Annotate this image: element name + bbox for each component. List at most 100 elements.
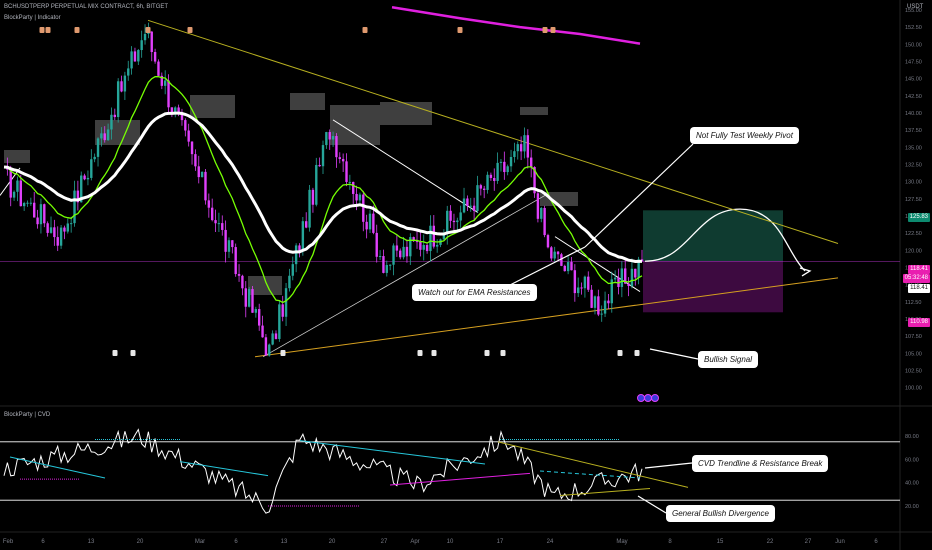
zone-box [520, 107, 548, 115]
candle-body [355, 193, 358, 201]
candle-body [540, 207, 543, 219]
candle-body [311, 189, 315, 205]
candle-body [59, 227, 63, 246]
candle-body [143, 33, 147, 41]
bubble-marker [637, 394, 645, 402]
candle-body [268, 344, 271, 356]
bullish-marker [280, 350, 286, 356]
time-tick-label: 22 [767, 539, 774, 545]
candle-body [49, 227, 53, 233]
time-tick-label: 20 [137, 539, 144, 545]
candle-body [506, 166, 509, 173]
candle-body [194, 154, 197, 167]
candle-body [536, 193, 540, 219]
candle-body [217, 223, 221, 225]
candle-body [163, 80, 167, 86]
indicator-label[interactable]: BlockParty | Indicator [4, 15, 61, 21]
candle-body [395, 245, 399, 251]
candle-body [607, 300, 610, 304]
candle-body [472, 205, 476, 212]
candle-body [365, 221, 368, 230]
price-tick-label: 102.50 [905, 369, 922, 375]
candle-body [63, 227, 66, 232]
candle-body [284, 288, 288, 317]
candle-body [362, 194, 365, 222]
callout-weekly-pivot: Not Fully Test Weekly Pivot [690, 127, 799, 144]
candle-body [348, 181, 352, 183]
candle-body [150, 31, 153, 52]
candle-body [553, 251, 556, 259]
candle-body [153, 51, 157, 62]
cvd-tick-label: 80.00 [905, 434, 919, 440]
candle-body [509, 156, 513, 167]
bullish-marker [130, 350, 136, 356]
target-price-tag: 125.83 [907, 213, 930, 222]
candle-body [224, 229, 227, 252]
bearish-marker [74, 27, 80, 33]
candle-body [402, 246, 405, 258]
cvd-indicator-label[interactable]: BlockParty | CVD [4, 412, 50, 418]
candle-body [479, 185, 483, 189]
candle-body [462, 198, 466, 213]
candle-body [328, 132, 331, 140]
candle-body [103, 133, 106, 141]
candle-body [489, 174, 493, 179]
candle-body [167, 80, 170, 108]
candle-body [110, 114, 113, 130]
bullish-marker [417, 350, 423, 356]
zone-box [4, 150, 30, 163]
candle-body [106, 129, 110, 141]
candle-body [466, 198, 469, 207]
time-tick-label: 24 [547, 539, 554, 545]
candle-body [429, 225, 432, 252]
candle-body [39, 204, 43, 225]
candle-body [577, 287, 580, 294]
price-tick-label: 105.00 [905, 351, 922, 357]
candle-body [368, 213, 372, 230]
candle-body [207, 200, 211, 208]
candle-body [566, 262, 570, 272]
candle-body [550, 247, 553, 259]
candle-body [66, 223, 69, 232]
bearish-marker [39, 27, 45, 33]
candle-body [496, 162, 499, 181]
candle-body [405, 246, 409, 257]
candle-body [247, 289, 251, 307]
candle-body [529, 157, 533, 168]
candle-body [603, 300, 607, 314]
stop-price-tag: 110.98 [908, 318, 930, 327]
candle-body [543, 207, 546, 236]
candle-body [190, 141, 194, 155]
candle-body [613, 277, 617, 280]
candle-body [503, 161, 506, 173]
candle-body [33, 202, 36, 218]
candle-body [476, 185, 479, 212]
candle-body [425, 245, 429, 252]
price-tick-label: 142.50 [905, 94, 922, 100]
candle-body [341, 158, 345, 162]
bullish-marker [431, 350, 437, 356]
candle-body [600, 313, 603, 315]
candle-body [519, 144, 523, 152]
price-tick-label: 150.00 [905, 42, 922, 48]
candle-body [318, 164, 321, 167]
candle-body [452, 220, 456, 223]
bearish-marker [457, 27, 463, 33]
candle-body [113, 114, 117, 118]
candle-body [214, 220, 217, 224]
time-tick-label: Mar [195, 539, 205, 545]
candle-body [399, 250, 402, 258]
candle-body [388, 264, 392, 266]
candle-body [587, 276, 590, 290]
price-tick-label: 120.00 [905, 248, 922, 254]
candle-body [26, 202, 29, 204]
candle-body [308, 189, 311, 228]
candle-body [580, 287, 583, 289]
candle-body [137, 50, 140, 62]
bullish-marker [500, 350, 506, 356]
candle-body [36, 217, 39, 225]
candle-body [291, 264, 294, 276]
bearish-marker [45, 27, 51, 33]
candle-body [446, 210, 449, 234]
price-tick-label: 130.00 [905, 180, 922, 186]
